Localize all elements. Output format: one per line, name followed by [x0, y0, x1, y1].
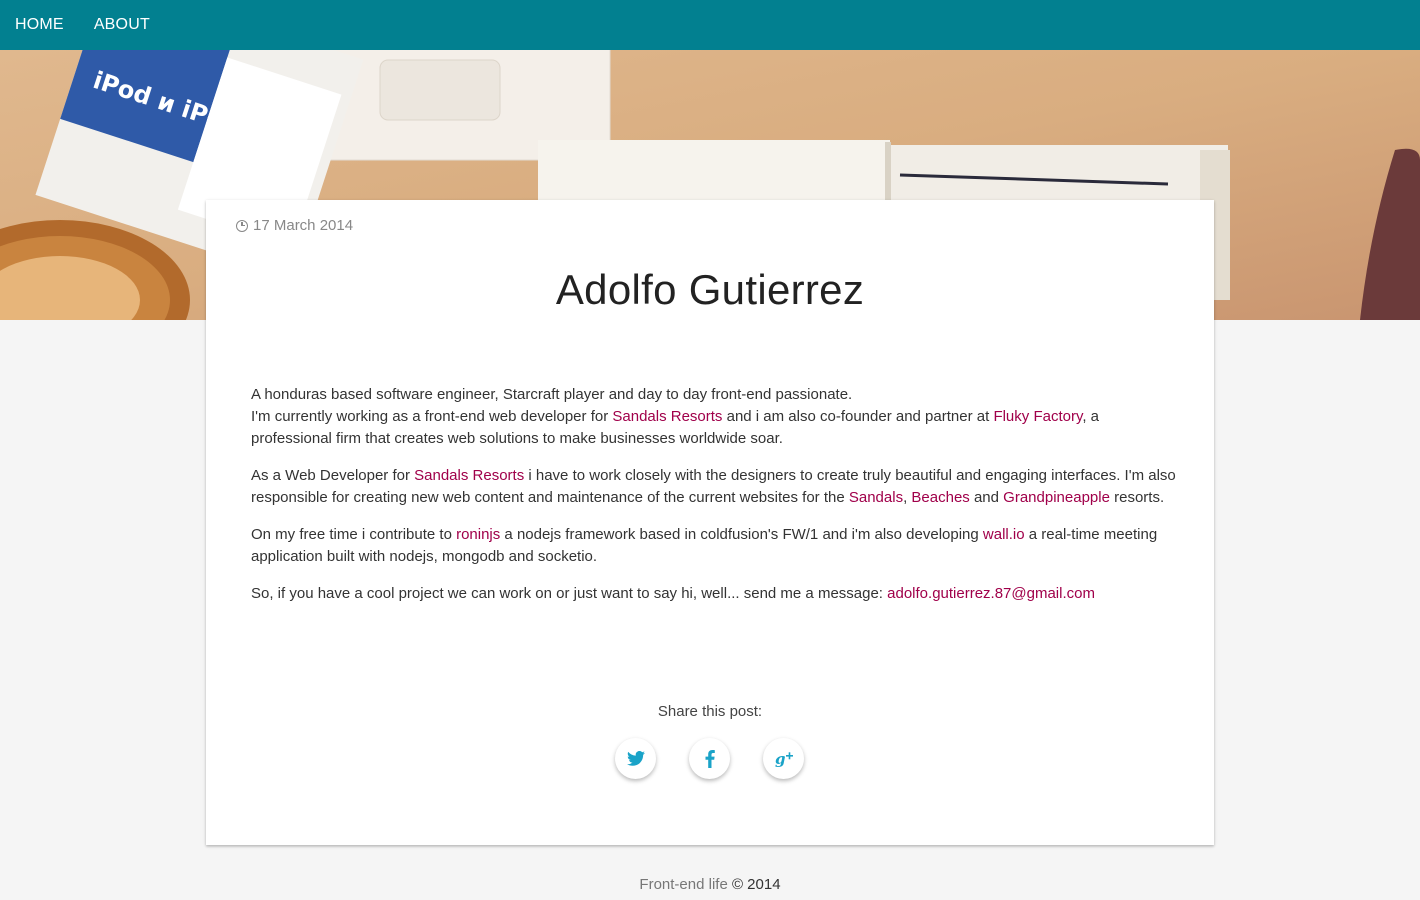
post-date: 17 March 2014 [236, 217, 353, 234]
sandals-resorts-link[interactable]: Sandals Resorts [414, 467, 524, 484]
twitter-share-button[interactable] [615, 738, 656, 779]
text-fragment: I'm currently working as a front-end web… [251, 408, 613, 425]
roninjs-link[interactable]: roninjs [456, 526, 500, 543]
text-fragment: and [969, 489, 1004, 506]
nav-home-link[interactable]: HOME [15, 16, 64, 34]
post-title: Adolfo Gutierrez [555, 266, 865, 313]
beaches-link[interactable]: Beaches [911, 489, 969, 506]
text-fragment: On my free time i contribute to [251, 526, 457, 543]
text-fragment: and i am also co-founder and partner at [722, 408, 994, 425]
intro-line: A honduras based software engineer, Star… [251, 386, 853, 403]
share-label: Share this post: [657, 703, 763, 720]
wall-io-link[interactable]: wall.io [983, 526, 1025, 543]
twitter-icon [626, 751, 645, 766]
post-date-text: 17 March 2014 [253, 217, 354, 234]
text-fragment: resorts. [1109, 489, 1165, 506]
text-fragment: As a Web Developer for [251, 467, 415, 484]
svg-text:g: g [775, 750, 786, 768]
footer-site-link[interactable]: Front-end life [639, 876, 727, 893]
paragraph-free-time: On my free time i contribute to roninjs … [251, 524, 1181, 568]
post-card: 17 March 2014 Adolfo Gutierrez A hondura… [206, 200, 1214, 845]
google-plus-icon: g [775, 750, 793, 768]
fluky-factory-link[interactable]: Fluky Factory [993, 408, 1082, 425]
grandpineapple-link[interactable]: Grandpineapple [1003, 489, 1110, 506]
paragraph-intro: A honduras based software engineer, Star… [251, 384, 1181, 450]
email-link[interactable]: adolfo.gutierrez.87@gmail.com [887, 585, 1095, 602]
paragraph-contact: So, if you have a cool project we can wo… [251, 583, 1181, 605]
post-body: A honduras based software engineer, Star… [251, 384, 1181, 620]
sandals-resorts-link[interactable]: Sandals Resorts [612, 408, 722, 425]
facebook-share-button[interactable] [689, 738, 730, 779]
clock-icon [236, 219, 248, 232]
nav-about-link[interactable]: ABOUT [94, 16, 150, 34]
facebook-icon [705, 749, 715, 768]
text-fragment: a nodejs framework based in coldfusion's… [500, 526, 983, 543]
site-footer: Front-end life © 2014 [0, 876, 1420, 893]
text-fragment: So, if you have a cool project we can wo… [251, 585, 888, 602]
sandals-link[interactable]: Sandals [849, 489, 903, 506]
footer-copyright: © 2014 [727, 876, 781, 893]
share-buttons: g [615, 738, 804, 779]
top-navbar: HOME ABOUT [0, 0, 1420, 50]
paragraph-work: As a Web Developer for Sandals Resorts i… [251, 465, 1181, 509]
google-plus-share-button[interactable]: g [763, 738, 804, 779]
